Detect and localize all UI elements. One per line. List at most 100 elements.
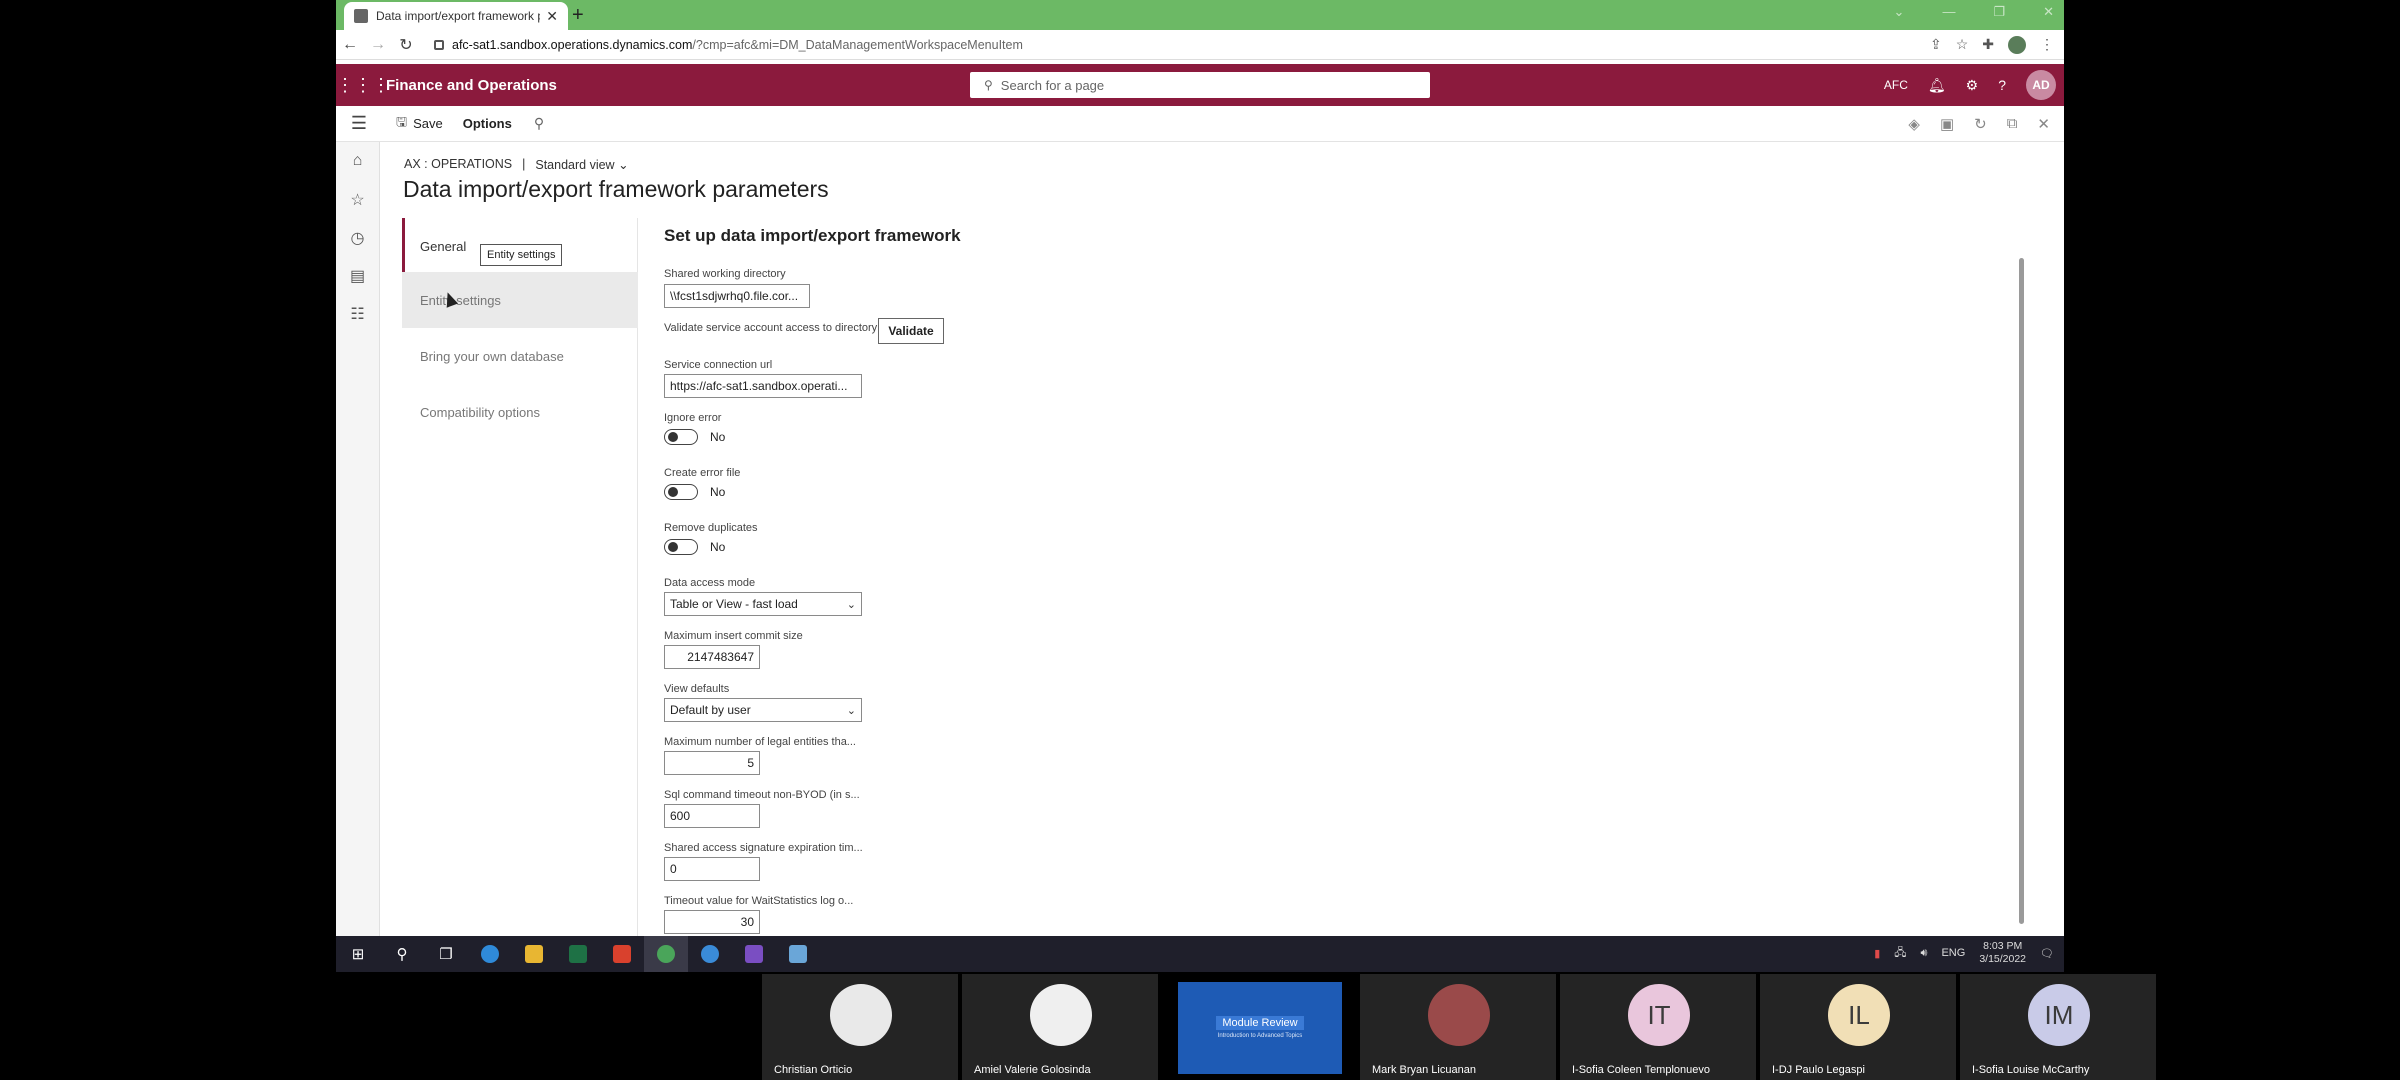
app-name[interactable]: Finance and Operations [386,77,557,94]
visual-studio-icon[interactable] [732,936,776,972]
search-icon[interactable]: ⚲ [380,936,424,972]
options-tab[interactable]: Options [457,116,518,131]
ignore-error-value: No [710,430,726,444]
restore-icon[interactable]: ❐ [1993,4,2005,20]
max-commit-field[interactable]: 2147483647 [664,645,760,669]
edge-icon[interactable] [468,936,512,972]
create-error-toggle[interactable] [664,484,698,500]
url-field[interactable]: afc-sat1.sandbox.operations.dynamics.com… [434,38,1023,52]
tab-bring-your-own-database[interactable]: Bring your own database [402,328,638,384]
tab-title: Data import/export framework p [376,9,541,23]
sql-timeout-label: Sql command timeout non-BYOD (in s... [664,789,860,801]
profile-icon[interactable] [2008,36,2026,54]
action-search-icon[interactable]: ⚲ [534,115,544,132]
star-icon[interactable]: ☆ [1956,36,1969,54]
favorites-star-icon[interactable]: ☆ [336,180,379,218]
participant-tile[interactable]: IM I-Sofia Louise McCarthy [1960,974,2156,1080]
gear-icon[interactable]: ⚙ [1966,77,1979,94]
shared-screen-thumbnail[interactable]: Module Review Introduction to Advanced T… [1178,982,1342,1074]
chevron-down-icon[interactable]: ⌄ [1894,4,1905,20]
create-error-value: No [710,485,726,499]
sas-expiration-field[interactable]: 0 [664,857,760,881]
file-explorer-icon[interactable] [512,936,556,972]
minimize-icon[interactable]: — [1942,4,1955,20]
remote-app-icon[interactable] [600,936,644,972]
new-tab-button[interactable]: + [572,4,584,27]
tab-general-label: General [420,238,467,254]
participant-tile[interactable]: IT I-Sofia Coleen Templonuevo [1560,974,1756,1080]
participant-tile[interactable]: Mark Bryan Licuanan [1360,974,1556,1080]
extensions-icon[interactable]: ✚ [1982,36,1994,54]
tray-app-icon[interactable]: ▮ [1874,947,1880,960]
participant-name: I-Sofia Louise McCarthy [1972,1064,2090,1076]
tab-compatibility-options[interactable]: Compatibility options [402,384,638,440]
browser-icon[interactable] [688,936,732,972]
tab-compatibility-label: Compatibility options [420,404,540,420]
access-mode-select[interactable]: Table or View - fast load ⌄ [664,592,862,616]
notification-icon[interactable]: 🗨︎ [2040,947,2054,960]
save-button[interactable]: 🖫︎ Save [390,113,449,135]
main-content: General Entity settings Bring your own d… [402,218,2042,972]
windows-start-icon[interactable]: ⊞ [336,936,380,972]
excel-icon[interactable] [556,936,600,972]
home-icon[interactable]: ⌂ [336,142,379,180]
shared-title: Module Review [1216,1016,1304,1030]
close-page-icon[interactable]: ✕ [2037,115,2050,133]
clock[interactable]: 8:03 PM 3/15/2022 [1979,940,2026,966]
back-arrow-icon[interactable]: ← [336,36,364,54]
volume-icon[interactable]: 🔊︎ [1921,947,1928,960]
help-icon[interactable]: ? [1998,77,2006,93]
view-defaults-select[interactable]: Default by user ⌄ [664,698,862,722]
forward-arrow-icon[interactable]: → [364,36,392,54]
office-icon[interactable]: ▣ [1940,115,1954,133]
network-icon[interactable]: 🖧︎ [1894,944,1906,963]
share-icon[interactable]: ⇪ [1930,36,1942,54]
view-selector[interactable]: Standard view ⌄ [535,157,628,172]
participant-name: Mark Bryan Licuanan [1372,1064,1476,1076]
avatar[interactable]: AD [2026,70,2056,100]
close-tab-icon[interactable]: ✕ [546,8,558,25]
validate-button[interactable]: Validate [878,318,944,344]
navigation-pane: ⌂ ☆ ◷ ▤ ☷ [336,142,380,972]
ignore-error-toggle[interactable] [664,429,698,445]
shared-dir-field[interactable]: \\fcst1sdjwrhq0.file.cor... [664,284,810,308]
bell-icon[interactable]: 🔔︎ [1928,77,1946,94]
modules-list-icon[interactable]: ☷ [336,294,379,332]
page-search-input[interactable]: ⚲ Search for a page [970,72,1430,98]
general-form: Set up data import/export framework Shar… [664,218,2024,972]
participant-tile[interactable]: IL I-DJ Paulo Legaspi [1760,974,1956,1080]
input-language[interactable]: ENG [1941,947,1965,959]
participant-tile[interactable]: Christian Orticio [762,974,958,1080]
chrome-icon[interactable] [644,936,688,972]
task-view-icon[interactable]: ❐ [424,936,468,972]
more-menu-icon[interactable]: ⋮ [2040,36,2054,54]
chevron-down-icon: ⌄ [846,598,856,611]
form-scrollbar[interactable] [2019,258,2024,924]
app-launcher-icon[interactable]: ⋮⋮⋮ [336,75,390,96]
tab-entity-settings[interactable]: Entity settings [402,272,638,328]
sql-timeout-field[interactable]: 600 [664,804,760,828]
app-icon[interactable] [776,936,820,972]
service-url-field[interactable]: https://afc-sat1.sandbox.operati... [664,374,862,398]
browser-window: Data import/export framework p ✕ + ⌄ — ❐… [336,0,2064,972]
refresh-icon[interactable]: ↻ [1974,115,1987,133]
toggle-knob [668,487,678,497]
header-actions: AFC 🔔︎ ⚙ ? AD [1884,70,2056,100]
company-picker[interactable]: AFC [1884,78,1908,92]
view-defaults-label: View defaults [664,683,730,695]
hamburger-icon[interactable]: ☰ [336,113,382,134]
recent-clock-icon[interactable]: ◷ [336,218,379,256]
max-legal-field[interactable]: 5 [664,751,760,775]
open-new-window-icon[interactable]: ⧉ [2007,115,2018,133]
remove-duplicates-toggle[interactable] [664,539,698,555]
wait-stats-timeout-field[interactable]: 30 [664,910,760,934]
ignore-error-toggle-row: No [664,429,725,445]
close-window-icon[interactable]: ✕ [2043,4,2054,20]
workspaces-icon[interactable]: ▤ [336,256,379,294]
participant-tile[interactable]: Amiel Valerie Golosinda [962,974,1158,1080]
diamond-icon[interactable]: ◈ [1908,115,1920,133]
browser-tab[interactable]: Data import/export framework p ✕ [344,2,568,30]
reload-icon[interactable]: ↻ [392,35,420,55]
participant-initials-avatar: IT [1628,984,1690,1046]
validate-access-label: Validate service account access to direc… [664,322,878,334]
